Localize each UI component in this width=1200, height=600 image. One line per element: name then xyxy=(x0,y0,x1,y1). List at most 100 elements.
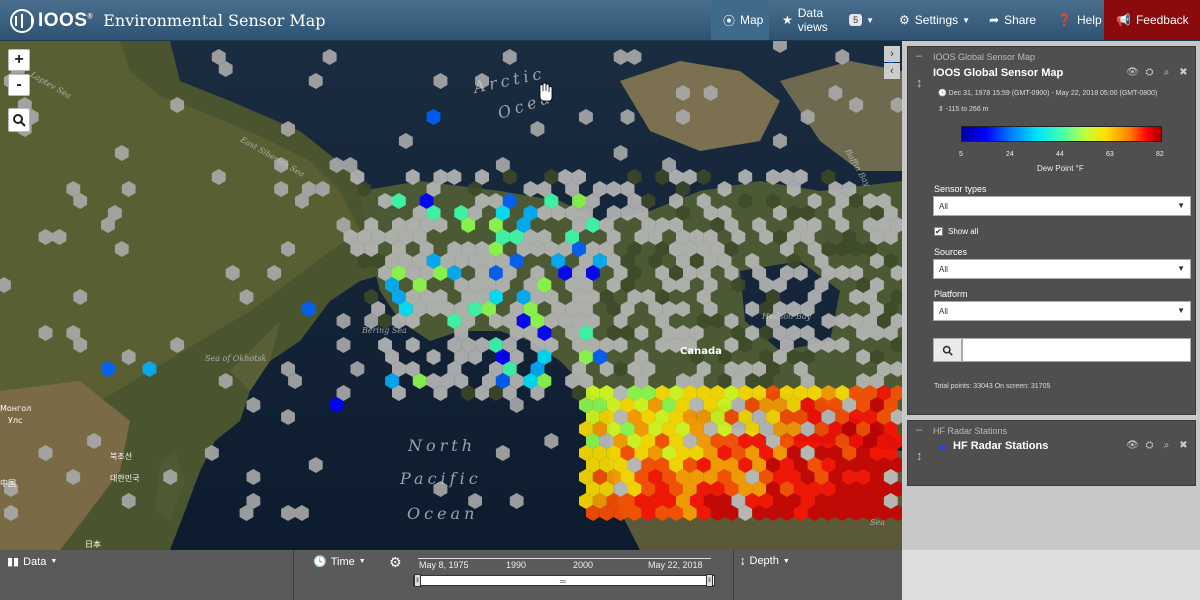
clock-icon: 🕓 xyxy=(313,556,327,568)
scale-label: Dew Point °F xyxy=(1037,164,1084,173)
gear-icon: ⚙ xyxy=(899,13,910,27)
search-icon xyxy=(942,345,953,356)
map-label-north-korea: 북조선 xyxy=(110,452,132,461)
zoom-to-layer-icon[interactable]: ⌕ xyxy=(1161,440,1172,451)
help-icon: ❓ xyxy=(1057,13,1072,27)
nav-data-views[interactable]: ★ Data views 5 ▼ xyxy=(770,0,886,40)
depth-range: ⇕ -115 to 266 m xyxy=(938,105,989,113)
panel-actions: 👁 ⛭ ⌕ ✖ xyxy=(1126,67,1189,78)
map-label-sea-of-okhotsk: Sea of Okhotsk xyxy=(205,354,267,363)
nav-map[interactable]: ⦿ Map xyxy=(711,0,769,40)
close-icon[interactable]: ✖ xyxy=(1178,67,1189,78)
logo-text: IOOS® xyxy=(38,9,94,31)
chevron-left-icon[interactable]: ‹ xyxy=(884,63,900,79)
timeline-grip-icon[interactable]: ═ xyxy=(560,577,566,586)
settings-icon[interactable]: ⛭ xyxy=(1144,67,1155,78)
checkbox-icon: ✔ xyxy=(934,226,943,236)
map-label-mongolia-2: Улс xyxy=(8,416,22,425)
divider xyxy=(293,550,294,600)
platform-select[interactable]: All xyxy=(933,301,1191,321)
visibility-eye-icon[interactable]: 👁 xyxy=(1126,440,1139,451)
zoom-to-layer-icon[interactable]: ⌕ xyxy=(1161,67,1172,78)
caret-down-icon: ▼ xyxy=(962,15,971,25)
time-dropdown[interactable]: 🕓 Time ▼ xyxy=(313,555,366,569)
sources-label: Sources xyxy=(934,247,968,257)
map-label-north: North xyxy=(407,436,476,455)
nav-data-views-label: Data views xyxy=(797,6,828,34)
timeline-end-label: May 22, 2018 xyxy=(648,560,703,570)
clock-icon: 🕓 xyxy=(938,90,949,97)
nav-share[interactable]: ➦ Share xyxy=(977,0,1044,40)
caret-down-icon: ▼ xyxy=(866,15,874,25)
panel-header: IOOS Global Sensor Map xyxy=(933,52,1036,62)
settings-icon[interactable]: ⛭ xyxy=(1144,440,1155,451)
bar-chart-icon: ▮▮ xyxy=(7,556,20,568)
caret-down-icon: ▼ xyxy=(782,557,790,565)
brand[interactable]: IOOS® Environmental Sensor Map xyxy=(10,0,326,41)
collapse-icon[interactable]: – xyxy=(916,50,922,62)
map-label-mongolia: Монгол xyxy=(0,404,31,413)
depth-range-text: -115 to 266 m xyxy=(945,106,989,113)
scale-tick: 63 xyxy=(1106,151,1114,158)
panel-title: IOOS Global Sensor Map xyxy=(933,67,1064,79)
time-slider[interactable]: May 8, 1975 1990 2000 May 22, 2018 ‖ ═ ‖ xyxy=(413,555,715,595)
nav-settings[interactable]: ⚙ Settings ▼ xyxy=(887,0,976,40)
sensor-map[interactable]: Arctic Ocea North Pacific Ocean Laptev S… xyxy=(0,41,902,550)
panel-header: HF Radar Stations xyxy=(933,426,1008,436)
map-label-sea-small: Sea xyxy=(870,518,885,527)
nav-share-label: Share xyxy=(1004,13,1037,27)
nav-help[interactable]: ❓ Help xyxy=(1045,0,1103,40)
timeline-start-handle[interactable]: ‖ xyxy=(414,574,421,587)
panel-actions: 👁 ⛭ ⌕ ✖ xyxy=(1126,440,1189,451)
zoom-box-button[interactable] xyxy=(8,108,30,132)
megaphone-icon: 📢 xyxy=(1116,13,1131,27)
bottom-right-area xyxy=(902,550,1200,600)
ioos-logo-icon xyxy=(10,8,34,33)
search-input[interactable] xyxy=(962,338,1191,362)
collapse-icon[interactable]: – xyxy=(916,424,922,436)
timeline-tick-label: 2000 xyxy=(573,560,594,570)
scale-tick: 5 xyxy=(959,151,963,158)
time-range-text: Dec 31, 1978 15:59 (GMT-0900) - May 22, … xyxy=(948,90,1158,97)
zoom-out-button[interactable]: - xyxy=(8,74,30,96)
close-icon[interactable]: ✖ xyxy=(1178,440,1189,451)
chevron-right-icon[interactable]: › xyxy=(884,46,900,62)
divider xyxy=(733,550,734,600)
timeline-end-handle[interactable]: ‖ xyxy=(706,574,713,587)
depth-icon: ⇕ xyxy=(938,106,946,113)
visibility-eye-icon[interactable]: 👁 xyxy=(1126,67,1139,78)
map-canvas[interactable]: Arctic Ocea North Pacific Ocean Laptev S… xyxy=(0,41,902,550)
layer-sidebar: – IOOS Global Sensor Map IOOS Global Sen… xyxy=(902,41,1200,550)
map-label-japan: 日本 xyxy=(85,539,101,549)
data-dropdown[interactable]: ▮▮ Data ▼ xyxy=(7,555,58,569)
magnifier-icon xyxy=(13,114,26,127)
time-dropdown-label: Time xyxy=(330,555,355,568)
map-label-bering-sea: Bering Sea xyxy=(361,326,407,335)
data-views-count-badge: 5 xyxy=(849,14,863,26)
nav-settings-label: Settings xyxy=(914,13,959,27)
depth-dropdown[interactable]: ↨ Depth ▼ xyxy=(740,555,790,567)
hf-radar-panel: – HF Radar Stations HF Radar Stations ↕ … xyxy=(907,420,1196,486)
drag-handle-icon[interactable]: ↕ xyxy=(916,75,923,90)
data-dropdown-label: Data xyxy=(23,555,47,568)
nav-feedback-label: Feedback xyxy=(1135,13,1189,27)
scale-tick: 24 xyxy=(1006,151,1014,158)
scale-tick: 82 xyxy=(1156,151,1164,158)
nav-map-label: Map xyxy=(740,13,764,27)
sensor-types-select[interactable]: All xyxy=(933,196,1191,216)
top-navbar: IOOS® Environmental Sensor Map ⦿ Map ★ D… xyxy=(0,0,1200,41)
nav-feedback[interactable]: 📢 Feedback xyxy=(1104,0,1200,40)
sources-select[interactable]: All xyxy=(933,259,1191,279)
platform-label: Platform xyxy=(934,289,968,299)
share-icon: ➦ xyxy=(989,13,1000,27)
star-icon: ★ xyxy=(782,13,793,27)
map-label-south-korea: 대한민국 xyxy=(110,473,139,483)
drag-handle-icon[interactable]: ↕ xyxy=(916,448,923,463)
caret-down-icon: ▼ xyxy=(50,558,58,565)
radar-legend-dot xyxy=(940,445,945,450)
zoom-in-button[interactable]: + xyxy=(8,49,30,71)
show-all-checkbox[interactable]: ✔ Show all xyxy=(934,227,978,236)
gear-icon[interactable]: ⚙ xyxy=(389,554,402,571)
search-button[interactable] xyxy=(933,338,962,362)
depth-dropdown-label: Depth xyxy=(749,555,779,567)
